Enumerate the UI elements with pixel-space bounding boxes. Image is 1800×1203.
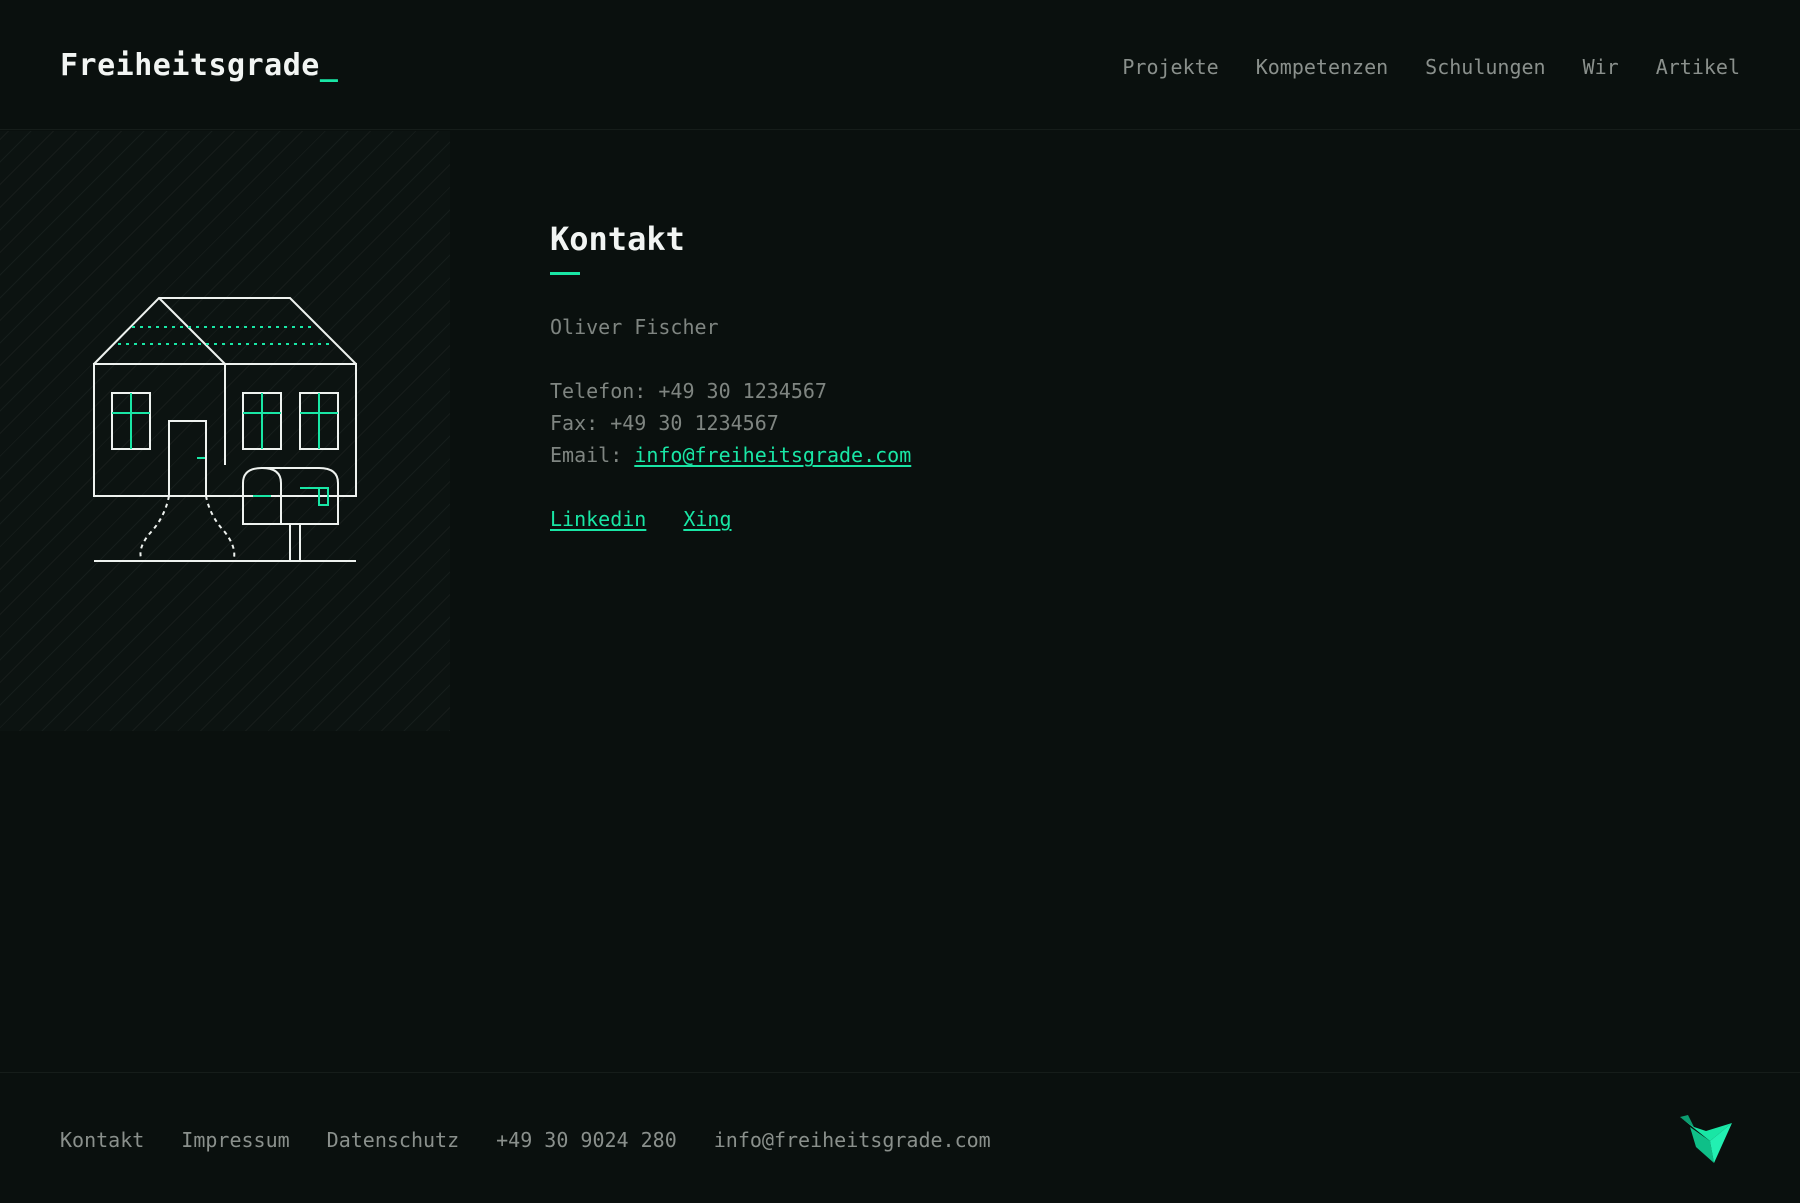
email-label: Email:: [550, 443, 635, 468]
contact-details: Telefon: +49 30 1234567 Fax: +49 30 1234…: [550, 375, 911, 471]
social-links: Linkedin Xing: [550, 503, 911, 535]
email-link[interactable]: info@freiheitsgrade.com: [634, 443, 911, 467]
site-header: Freiheitsgrade_ Projekte Kompetenzen Sch…: [0, 0, 1800, 130]
footer-email[interactable]: info@freiheitsgrade.com: [714, 1128, 991, 1152]
nav-item-artikel[interactable]: Artikel: [1656, 55, 1740, 79]
nav-item-wir[interactable]: Wir: [1583, 55, 1619, 79]
footer-link-impressum[interactable]: Impressum: [181, 1128, 289, 1152]
phone-line: Telefon: +49 30 1234567: [550, 379, 827, 404]
linkedin-link[interactable]: Linkedin: [550, 503, 646, 535]
logo-text: Freiheitsgrade: [60, 48, 320, 83]
footer-phone[interactable]: +49 30 9024 280: [496, 1128, 677, 1152]
nav-item-projekte[interactable]: Projekte: [1122, 55, 1218, 79]
nav-item-schulungen[interactable]: Schulungen: [1425, 55, 1545, 79]
site-logo[interactable]: Freiheitsgrade_: [60, 48, 338, 83]
main-nav: Projekte Kompetenzen Schulungen Wir Arti…: [1122, 55, 1740, 79]
contact-name: Oliver Fischer: [550, 315, 719, 340]
illustration-panel: [0, 131, 450, 731]
email-line: Email: info@freiheitsgrade.com: [550, 439, 911, 471]
xing-link[interactable]: Xing: [683, 503, 731, 535]
footer-link-kontakt[interactable]: Kontakt: [60, 1128, 144, 1152]
footer-links: Kontakt Impressum Datenschutz +49 30 902…: [60, 1128, 991, 1152]
site-footer: Kontakt Impressum Datenschutz +49 30 902…: [0, 1072, 1800, 1203]
fax-line: Fax: +49 30 1234567: [550, 411, 779, 436]
logo-cursor: _: [319, 48, 339, 83]
contact-section: Kontakt Oliver Fischer Telefon: +49 30 1…: [550, 220, 911, 535]
house-with-mailbox-icon: [93, 297, 357, 562]
title-underline: [550, 272, 580, 276]
page-title: Kontakt: [550, 220, 685, 258]
origami-bird-icon[interactable]: [1680, 1115, 1732, 1169]
nav-item-kompetenzen[interactable]: Kompetenzen: [1256, 55, 1388, 79]
footer-link-datenschutz[interactable]: Datenschutz: [327, 1128, 459, 1152]
